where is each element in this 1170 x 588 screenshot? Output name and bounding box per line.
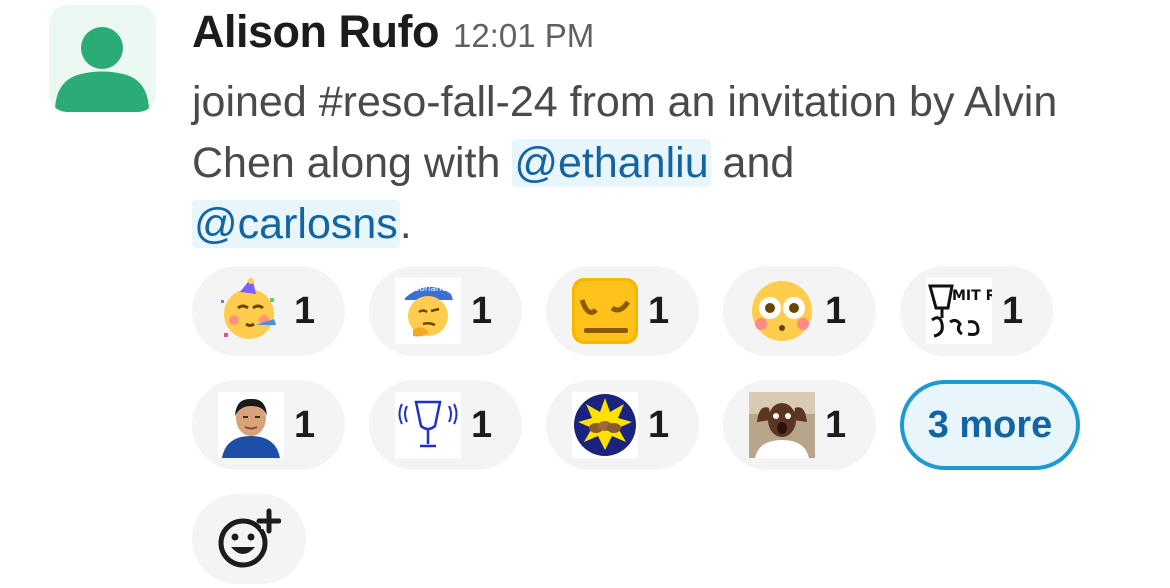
message-header: Alison Rufo 12:01 PM [192,6,594,60]
author-name[interactable]: Alison Rufo [192,6,439,58]
reaction-wine-glass[interactable]: 1 [369,380,522,470]
emoji-text-mit-reso: MIT RESO [952,288,992,304]
reaction-count: 1 [825,403,847,446]
wine-glass-sketch-custom-emoji [395,392,461,458]
reaction-mit-reso[interactable]: MIT RESO 1 [900,266,1053,356]
message-text: and [710,139,795,187]
rizzonance-custom-emoji: rizzonance [395,278,461,344]
user-avatar[interactable] [49,5,156,112]
unamused-square-face-emoji [572,278,638,344]
reaction-shocked-person[interactable]: 1 [723,380,876,470]
reaction-count: 1 [1002,289,1024,332]
message-text: . [399,200,412,248]
emoji-text-rizzonance: rizzonance [404,284,453,294]
reaction-partying-face[interactable]: 1 [192,266,345,356]
reaction-flushed-face[interactable]: 1 [723,266,876,356]
reaction-rizzonance[interactable]: rizzonance 1 [369,266,522,356]
reaction-count: 1 [294,403,316,446]
mit-reso-logo-custom-emoji: MIT RESO [926,278,992,344]
reaction-unamused-square[interactable]: 1 [546,266,699,356]
show-more-reactions-button[interactable]: 3 more [900,380,1080,470]
reaction-sunburst-badge[interactable]: 1 [546,380,699,470]
reaction-count: 1 [471,403,493,446]
flushed-face-emoji [749,278,815,344]
reaction-count: 1 [471,289,493,332]
default-user-avatar-icon [55,27,149,112]
message-body: joined #reso-fall-24 from an invitation … [192,72,1132,255]
reaction-count: 1 [825,289,847,332]
reaction-count: 1 [648,289,670,332]
add-reaction-button[interactable] [192,494,306,584]
message: Alison Rufo 12:01 PM joined #reso-fall-2… [0,0,1170,588]
person-photo-custom-emoji [218,392,284,458]
shocked-person-photo-custom-emoji [749,392,815,458]
reaction-person-photo[interactable]: 1 [192,380,345,470]
add-emoji-icon [218,508,281,568]
reaction-count: 1 [648,403,670,446]
partying-face-emoji [218,278,284,344]
sunburst-badge-custom-emoji [572,392,638,458]
mention-ethanliu[interactable]: @ethanliu [512,139,711,187]
message-timestamp[interactable]: 12:01 PM [453,17,594,55]
reaction-count: 1 [294,289,316,332]
mention-carlosns[interactable]: @carlosns [192,200,400,248]
